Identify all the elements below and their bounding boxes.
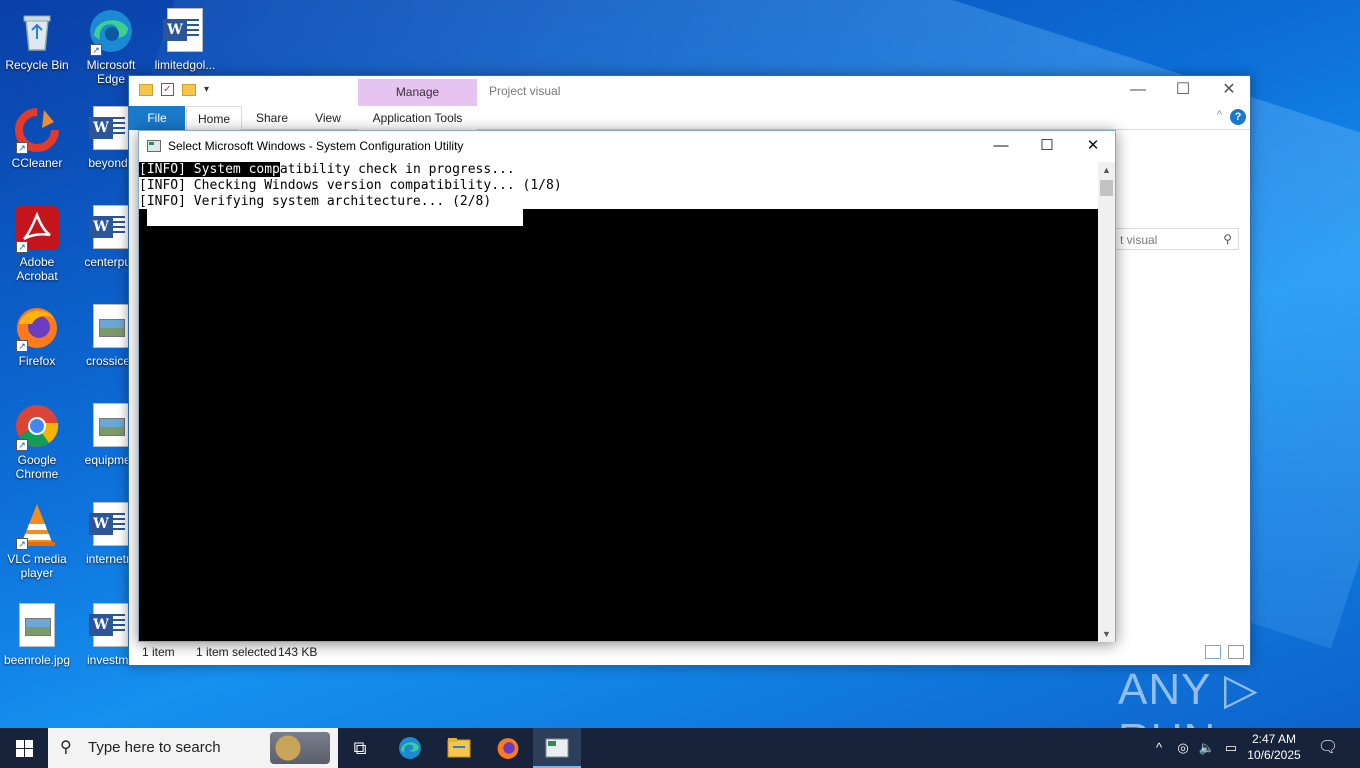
edge-icon <box>399 737 421 759</box>
console-line: [INFO] Checking Windows version compatib… <box>139 178 562 193</box>
search-input[interactable]: t visual ⚲ <box>1113 228 1239 250</box>
console-close-button[interactable]: ✕ <box>1070 131 1116 162</box>
console-minimize-button[interactable]: — <box>978 131 1024 162</box>
quick-access-toolbar: ✓ ▾ <box>139 83 209 96</box>
console-title-bar: Select Microsoft Windows - System Config… <box>139 131 1115 162</box>
tab-manage[interactable]: Manage <box>358 79 477 106</box>
firefox-icon <box>497 738 519 759</box>
explorer-maximize-button[interactable]: ☐ <box>1160 76 1206 106</box>
start-button[interactable] <box>0 728 48 768</box>
desktop-icon-label: limitedgol... <box>154 58 216 72</box>
console-window: Select Microsoft Windows - System Config… <box>138 130 1116 642</box>
taskbar: ⚲ Type here to search ⧉ ^ ◎ 🔈 ▭ 2:47 AM … <box>0 728 1360 768</box>
tab-file[interactable]: File <box>129 106 185 130</box>
file-explorer-icon <box>447 738 471 758</box>
taskbar-search-placeholder: Type here to search <box>88 739 221 756</box>
edge-icon: ↗ <box>88 8 134 56</box>
help-icon[interactable]: ? <box>1230 109 1246 125</box>
desktop-icon-vlc[interactable]: ↗ VLC media player <box>0 502 74 580</box>
desktop-icon-label: Firefox <box>18 354 56 368</box>
console-selection: [INFO] System comp <box>139 162 280 177</box>
vlc-icon: ↗ <box>14 502 60 550</box>
scroll-thumb[interactable] <box>1100 180 1113 196</box>
tab-view[interactable]: View <box>303 106 353 130</box>
task-view-button[interactable]: ⧉ <box>336 728 384 768</box>
desktop-icon-beenrole[interactable]: beenrole.jpg <box>0 603 74 667</box>
desktop-icon-limitedgol[interactable]: W limitedgol... <box>148 8 222 72</box>
image-file-icon <box>14 603 60 649</box>
task-view-icon: ⧉ <box>353 738 367 758</box>
show-hidden-icons-button[interactable]: ^ <box>1150 728 1168 768</box>
folder-icon[interactable] <box>139 83 153 96</box>
collapse-ribbon-icon[interactable]: ^ <box>1217 109 1222 121</box>
desktop-icon-firefox[interactable]: ↗ Firefox <box>0 304 74 368</box>
ccleaner-icon: ↗ <box>14 106 60 154</box>
acrobat-icon: ↗ <box>14 205 60 253</box>
chrome-icon: ↗ <box>14 403 60 451</box>
properties-icon[interactable]: ✓ <box>161 83 174 96</box>
search-icon: ⚲ <box>60 739 72 756</box>
desktop-icon-label: beenrole.jpg <box>3 653 71 667</box>
recycle-bin-icon <box>14 8 60 54</box>
desktop-icon-label: Adobe Acrobat <box>16 255 58 283</box>
console-app-icon <box>545 738 569 758</box>
word-document-icon: W <box>162 8 208 54</box>
taskbar-search-box[interactable]: ⚲ Type here to search <box>48 728 338 768</box>
console-output[interactable]: [INFO] System compatibility check in pro… <box>139 162 562 210</box>
window-title: Project visual <box>489 84 561 98</box>
scroll-down-icon[interactable]: ▼ <box>1098 626 1115 642</box>
meet-now-icon[interactable]: ◎ <box>1172 728 1194 768</box>
details-view-icon[interactable] <box>1205 645 1221 659</box>
console-line: [INFO] System compatibility check in pro… <box>139 162 515 177</box>
explorer-close-button[interactable]: ✕ <box>1206 76 1252 106</box>
network-icon[interactable]: ▭ <box>1220 728 1242 768</box>
status-bar: 1 item 1 item selected 143 KB <box>129 639 1250 665</box>
taskbar-edge-button[interactable] <box>386 728 434 768</box>
desktop-icon-recycle-bin[interactable]: Recycle Bin <box>0 8 74 72</box>
firefox-icon: ↗ <box>14 304 60 352</box>
tab-share[interactable]: Share <box>247 106 297 130</box>
search-placeholder: t visual <box>1120 233 1158 247</box>
search-icon: ⚲ <box>1223 232 1232 246</box>
ribbon-tabs: File Home Share View Application Tools <box>129 106 1250 130</box>
clock-time: 2:47 AM <box>1251 732 1297 746</box>
explorer-title-bar: ✓ ▾ Manage Project visual — ☐ ✕ <box>129 76 1250 106</box>
notifications-icon[interactable]: 🗨 <box>1314 728 1342 768</box>
desktop-icon-adobe-acrobat[interactable]: ↗ Adobe Acrobat <box>0 205 74 283</box>
search-highlight-image <box>270 732 330 764</box>
console-app-icon <box>147 140 161 152</box>
taskbar-console-button[interactable] <box>533 728 581 768</box>
taskbar-firefox-button[interactable] <box>484 728 532 768</box>
desktop-icon-label: Recycle Bin <box>5 58 69 72</box>
console-output-background <box>147 209 523 226</box>
customize-dropdown-icon[interactable]: ▾ <box>204 84 209 95</box>
desktop-icon-ccleaner[interactable]: ↗ CCleaner <box>0 106 74 170</box>
console-scrollbar[interactable]: ▲ ▼ <box>1098 162 1115 642</box>
item-count: 1 item <box>142 645 175 659</box>
taskbar-clock[interactable]: 2:47 AM 10/6/2025 <box>1244 731 1304 763</box>
console-line: [INFO] Verifying system architecture... … <box>139 194 492 209</box>
selection-count: 1 item selected <box>196 645 277 659</box>
scroll-up-icon[interactable]: ▲ <box>1098 162 1115 178</box>
console-maximize-button[interactable]: ☐ <box>1024 131 1070 162</box>
tab-home[interactable]: Home <box>186 106 242 130</box>
volume-icon[interactable]: 🔈 <box>1196 728 1218 768</box>
taskbar-file-explorer-button[interactable] <box>435 728 483 768</box>
large-icons-view-icon[interactable] <box>1228 645 1244 659</box>
desktop-icon-label: CCleaner <box>11 156 63 170</box>
tab-application-tools[interactable]: Application Tools <box>358 106 477 130</box>
desktop-icon-label: Google Chrome <box>15 453 59 481</box>
desktop: Recycle Bin ↗ CCleaner ↗ Adobe Acrobat ↗… <box>0 0 1360 728</box>
console-title: Select Microsoft Windows - System Config… <box>168 139 464 153</box>
selection-size: 143 KB <box>278 645 318 659</box>
desktop-icon-google-chrome[interactable]: ↗ Google Chrome <box>0 403 74 481</box>
clock-date: 10/6/2025 <box>1247 748 1301 762</box>
desktop-icon-label: VLC media player <box>7 552 67 580</box>
explorer-minimize-button[interactable]: — <box>1115 76 1161 106</box>
new-folder-icon[interactable] <box>182 83 196 96</box>
anyrun-watermark: ANY ▷ RUN <box>1118 665 1259 728</box>
